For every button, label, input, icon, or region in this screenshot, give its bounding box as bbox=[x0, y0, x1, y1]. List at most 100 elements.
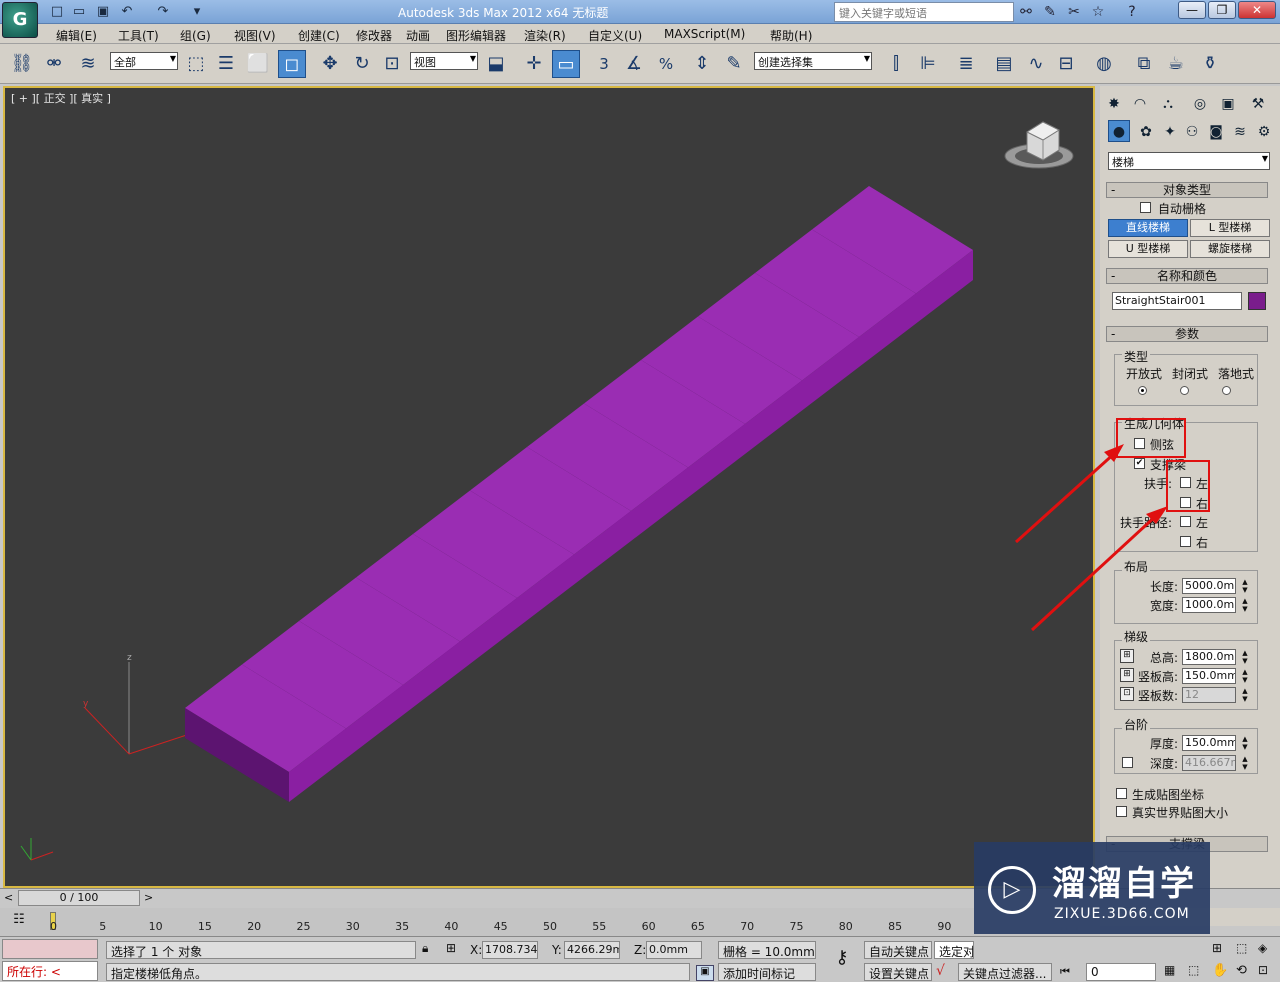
lock-selection-icon[interactable]: 🔒︎ bbox=[422, 941, 436, 957]
spacewarps-icon[interactable]: ≋ bbox=[1228, 120, 1252, 144]
rendered-frame-icon[interactable]: ☕ bbox=[1162, 50, 1190, 78]
maxscript-line[interactable]: 所在行: < bbox=[2, 961, 98, 981]
zoom-all-icon[interactable]: ⊞ bbox=[1212, 941, 1230, 959]
stair-mesh[interactable] bbox=[185, 186, 973, 802]
select-by-name-icon[interactable]: ☰ bbox=[212, 50, 240, 78]
name-color-rollout[interactable]: - 名称和颜色 bbox=[1106, 268, 1268, 284]
field-of-view-icon[interactable]: ◈ bbox=[1258, 941, 1276, 959]
riser-count-spinner[interactable]: 12 bbox=[1182, 687, 1236, 703]
absolute-mode-icon[interactable]: ⊞ bbox=[446, 941, 462, 957]
time-slider-next-icon[interactable]: > bbox=[144, 891, 153, 904]
maximize-button[interactable]: ❐ bbox=[1208, 1, 1236, 19]
width-spinner[interactable]: 1000.0mm bbox=[1182, 597, 1236, 613]
percent-snap-icon[interactable]: % bbox=[652, 50, 680, 78]
minimize-button[interactable]: — bbox=[1178, 1, 1206, 19]
align-icon[interactable]: ⊫ bbox=[914, 50, 942, 78]
object-color-swatch[interactable] bbox=[1248, 292, 1266, 310]
depth-spinner[interactable]: 416.667m bbox=[1182, 755, 1236, 771]
communication-center-icon[interactable]: ✎ bbox=[1040, 3, 1060, 21]
quick-access-dropdown-icon[interactable]: ▾ bbox=[188, 3, 206, 21]
lights-icon[interactable]: ✦ bbox=[1158, 120, 1182, 144]
select-object-icon[interactable]: ⬚ bbox=[182, 50, 210, 78]
menu-graph-editors[interactable]: 图形编辑器 bbox=[446, 27, 506, 43]
hierarchy-tab-icon[interactable]: ⛬ bbox=[1156, 92, 1180, 116]
zoom-region-icon[interactable]: ⬚ bbox=[1236, 941, 1254, 959]
systems-icon[interactable]: ⚙ bbox=[1252, 120, 1276, 144]
menu-group[interactable]: 组(G) bbox=[180, 27, 211, 43]
riser-height-arrows[interactable]: ▲ ▼ bbox=[1240, 668, 1250, 684]
real-world-map-checkbox[interactable] bbox=[1116, 806, 1127, 817]
schematic-view-icon[interactable]: ⊟ bbox=[1052, 50, 1080, 78]
rail-path-right-checkbox[interactable] bbox=[1180, 536, 1191, 547]
auto-key-button[interactable]: 自动关键点 bbox=[864, 941, 932, 959]
orbit-icon[interactable]: ⟲ bbox=[1236, 963, 1254, 981]
reference-coordinate-dropdown[interactable]: 视图 bbox=[410, 52, 478, 70]
save-icon[interactable]: ▣ bbox=[94, 3, 112, 21]
add-time-tag-button[interactable]: 添加时间标记 bbox=[718, 963, 816, 981]
rail-path-left-checkbox[interactable] bbox=[1180, 516, 1191, 527]
riser-height-lock-icon[interactable]: ⊞ bbox=[1120, 668, 1134, 682]
track-bar[interactable]: ☷ 0 5 10 15 20 25 30 35 40 45 50 55 60 65 70 75 80 85 90 bbox=[0, 908, 1100, 936]
key-filters-button[interactable]: 关键点过滤器... bbox=[958, 963, 1052, 981]
menu-modifiers[interactable]: 修改器 bbox=[356, 27, 392, 43]
edit-named-selection-icon[interactable]: ✎ bbox=[720, 50, 748, 78]
selection-filter-dropdown[interactable]: 全部 bbox=[110, 52, 178, 70]
rotate-icon[interactable]: ↻ bbox=[348, 50, 376, 78]
closed-type-radio[interactable] bbox=[1180, 386, 1189, 395]
parameters-rollout[interactable]: - 参数 bbox=[1106, 326, 1268, 342]
menu-rendering[interactable]: 渲染(R) bbox=[524, 27, 566, 43]
menu-edit[interactable]: 编辑(E) bbox=[56, 27, 97, 43]
unlink-icon[interactable]: ⚮ bbox=[40, 50, 68, 78]
selected-set-dropdown[interactable]: 选定对 bbox=[934, 941, 974, 959]
zoom-extents-icon[interactable]: ⬚ bbox=[1188, 963, 1206, 981]
snaps-toggle-icon[interactable]: 3 bbox=[590, 50, 618, 78]
mirror-icon[interactable]: ⫿ bbox=[882, 50, 910, 78]
new-file-icon[interactable]: □ bbox=[48, 3, 66, 21]
object-name-field[interactable]: StraightStair001 bbox=[1112, 292, 1242, 310]
autogrid-checkbox[interactable] bbox=[1140, 202, 1151, 213]
key-curve-icon[interactable]: √ bbox=[936, 963, 956, 981]
menu-customize[interactable]: 自定义(U) bbox=[588, 27, 642, 43]
depth-arrows[interactable]: ▲ ▼ bbox=[1240, 755, 1250, 771]
straight-stair-button[interactable]: 直线楼梯 bbox=[1108, 219, 1188, 237]
menu-views[interactable]: 视图(V) bbox=[234, 27, 276, 43]
mini-curve-editor-icon[interactable]: ☷ bbox=[8, 912, 30, 930]
keyboard-shortcut-override-icon[interactable]: ▭ bbox=[552, 50, 580, 78]
close-button[interactable]: ✕ bbox=[1238, 1, 1276, 19]
riser-count-arrows[interactable]: ▲ ▼ bbox=[1240, 687, 1250, 703]
render-setup-icon[interactable]: ⧉ bbox=[1130, 50, 1158, 78]
modify-tab-icon[interactable]: ◠ bbox=[1128, 92, 1152, 116]
time-config-icon[interactable]: ▦ bbox=[1164, 963, 1182, 981]
angle-snap-icon[interactable]: ∡ bbox=[620, 50, 648, 78]
menu-help[interactable]: 帮助(H) bbox=[770, 27, 812, 43]
thickness-spinner[interactable]: 150.0mm bbox=[1182, 735, 1236, 751]
favorites-star-icon[interactable]: ☆ bbox=[1088, 3, 1108, 21]
rectangular-selection-icon[interactable]: ⬜ bbox=[244, 50, 272, 78]
redo-icon[interactable]: ↷ bbox=[154, 3, 172, 21]
width-spinner-arrows[interactable]: ▲ ▼ bbox=[1240, 597, 1250, 613]
open-type-radio[interactable] bbox=[1138, 386, 1147, 395]
x-coord-field[interactable]: 1708.734m bbox=[482, 941, 538, 959]
riser-count-lock-icon[interactable]: ⊡ bbox=[1120, 687, 1134, 701]
overall-lock-icon[interactable]: ⊞ bbox=[1120, 649, 1134, 663]
menu-create[interactable]: 创建(C) bbox=[298, 27, 340, 43]
motion-tab-icon[interactable]: ◎ bbox=[1188, 92, 1212, 116]
undo-icon[interactable]: ↶ bbox=[118, 3, 136, 21]
viewcube-icon[interactable] bbox=[1004, 121, 1074, 169]
link-icon[interactable]: ⛓ bbox=[8, 50, 36, 78]
shapes-icon[interactable]: ✿ bbox=[1134, 120, 1158, 144]
time-slider-prev-icon[interactable]: < bbox=[4, 891, 13, 904]
curve-editor-icon[interactable]: ∿ bbox=[1022, 50, 1050, 78]
set-key-button[interactable]: 设置关键点 bbox=[864, 963, 932, 981]
gen-map-coords-checkbox[interactable] bbox=[1116, 788, 1127, 799]
material-editor-icon[interactable]: ◍ bbox=[1090, 50, 1118, 78]
thickness-arrows[interactable]: ▲ ▼ bbox=[1240, 735, 1250, 751]
open-file-icon[interactable]: ▭ bbox=[70, 3, 88, 21]
depth-checkbox[interactable] bbox=[1122, 757, 1133, 768]
spinner-snap-icon[interactable]: ⇕ bbox=[688, 50, 716, 78]
maxscript-listener-field[interactable] bbox=[2, 939, 98, 959]
menu-animation[interactable]: 动画 bbox=[406, 27, 430, 43]
set-key-icon[interactable]: ⚷ bbox=[826, 947, 858, 975]
helpers-icon[interactable]: ◙ bbox=[1204, 120, 1228, 144]
box-type-radio[interactable] bbox=[1222, 386, 1231, 395]
